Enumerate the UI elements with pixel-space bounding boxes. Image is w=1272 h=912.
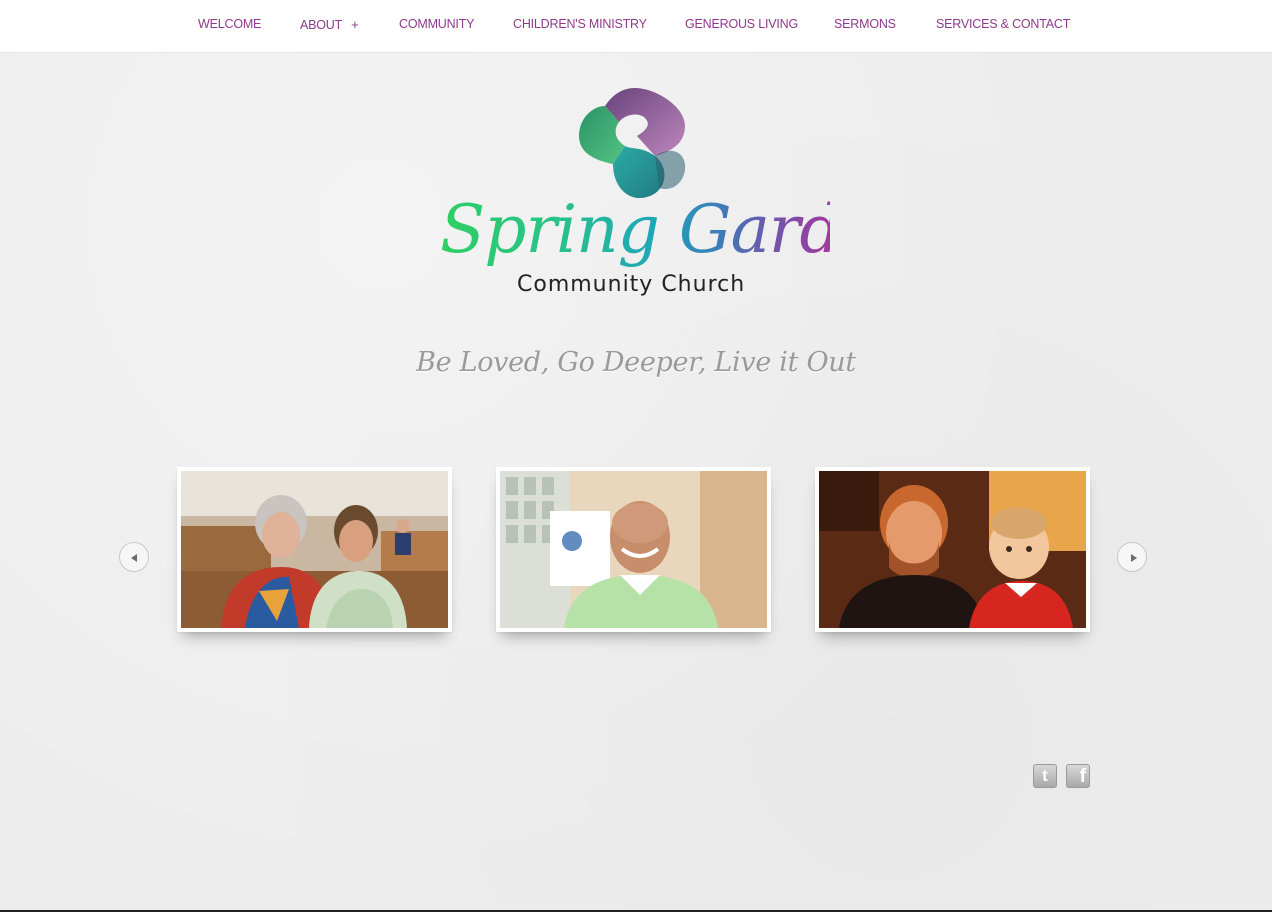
twitter-button[interactable]: t (1033, 764, 1057, 788)
arrow-right-icon (1131, 554, 1137, 562)
nav-item-community[interactable]: COMMUNITY (399, 17, 474, 31)
facebook-icon: f (1079, 766, 1086, 787)
nav-item-generous-living[interactable]: GENEROUS LIVING (685, 17, 798, 31)
nav-item-sermons[interactable]: SERMONS (834, 17, 896, 31)
carousel-prev-button[interactable] (119, 542, 149, 572)
carousel-slide-1[interactable] (177, 467, 452, 632)
logo-mark-icon (579, 88, 686, 199)
facebook-button[interactable]: f (1066, 764, 1090, 788)
nav-item-welcome[interactable]: WELCOME (198, 17, 261, 31)
carousel-next-button[interactable] (1117, 542, 1147, 572)
logo-wordmark: Spring Garden (440, 191, 921, 268)
carousel-slide-3[interactable] (815, 467, 1090, 632)
logo-subtitle: Community Church (517, 272, 746, 297)
slide-photo-man-and-toddler (819, 471, 1086, 628)
expand-plus-icon[interactable]: + (351, 17, 359, 32)
arrow-left-icon (131, 554, 137, 562)
nav-item-services-contact[interactable]: SERVICES & CONTACT (936, 17, 1070, 31)
top-navigation: WELCOME ABOUT + COMMUNITY CHILDREN'S MINI… (0, 0, 1272, 53)
carousel-slide-2[interactable] (496, 467, 771, 632)
tagline: Be Loved, Go Deeper, Live it Out (416, 347, 856, 378)
nav-item-childrens-ministry[interactable]: CHILDREN'S MINISTRY (513, 17, 647, 31)
slide-photo-two-women (181, 471, 448, 628)
twitter-icon: t (1042, 766, 1048, 785)
slide-photo-smiling-man (500, 471, 767, 628)
church-logo[interactable]: Spring Garden Community Church (440, 80, 921, 305)
nav-item-about[interactable]: ABOUT + (300, 17, 359, 32)
nav-item-about-label: ABOUT (300, 18, 343, 32)
